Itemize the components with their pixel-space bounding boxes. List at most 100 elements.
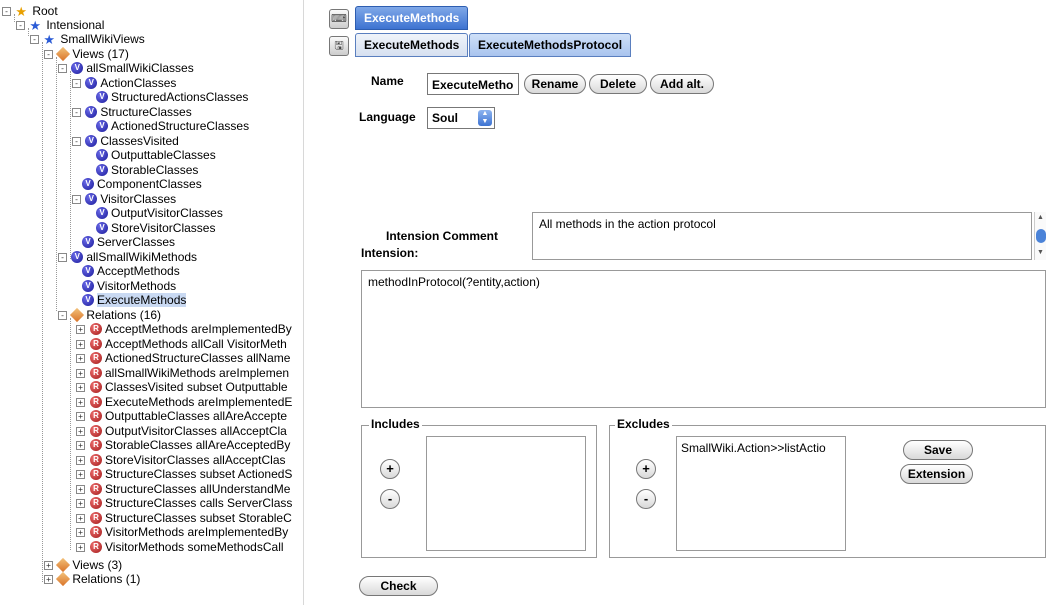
tree-node-relation[interactable]: + R VisitorMethods someMethodsCall — [70, 540, 284, 554]
delete-button[interactable]: Delete — [589, 74, 647, 94]
tree-node-structuredactionsclasses[interactable]: V StructuredActionsClasses — [96, 90, 248, 104]
expand-toggle[interactable]: + — [76, 368, 85, 378]
expand-toggle[interactable]: + — [76, 455, 85, 465]
tree-node-relation[interactable]: + R ExecuteMethods areImplementedE — [70, 395, 292, 409]
tree-node-relation[interactable]: + R OutputtableClasses allAreAccepte — [70, 409, 287, 423]
tab-executemethods[interactable]: ExecuteMethods — [355, 33, 469, 57]
rename-button[interactable]: Rename — [524, 74, 586, 94]
tree-node-componentclasses[interactable]: V ComponentClasses — [82, 177, 202, 191]
add-alt-button[interactable]: Add alt. — [650, 74, 714, 94]
expand-toggle[interactable]: + — [76, 412, 85, 421]
tree-node-root[interactable]: - ★ Root — [0, 4, 58, 18]
expand-toggle[interactable]: + — [76, 484, 85, 494]
expand-toggle[interactable]: + — [44, 575, 53, 584]
collapse-toggle[interactable]: - — [72, 195, 81, 204]
expand-toggle[interactable]: + — [76, 499, 85, 508]
tree-node-relation[interactable]: + R VisitorMethods areImplementedBy — [70, 525, 288, 539]
excludes-add-button[interactable]: + — [636, 459, 656, 479]
scroll-down-icon[interactable]: ▼ — [1037, 249, 1044, 256]
extension-button[interactable]: Extension — [900, 464, 973, 484]
tree-node-allsmallwikimethods[interactable]: - VallSmallWikiMethods — [56, 250, 197, 264]
tree-node-allsmallwikiclasses[interactable]: - VallSmallWikiClasses — [56, 61, 194, 75]
includes-add-button[interactable]: + — [380, 459, 400, 479]
tree-node-relation[interactable]: + R AcceptMethods areImplementedBy — [70, 322, 292, 336]
expand-toggle[interactable]: + — [76, 325, 85, 334]
tree-node-relation[interactable]: + R StructureClasses subset ActionedS — [70, 467, 292, 481]
collapse-toggle[interactable]: - — [2, 7, 11, 16]
tree-node-actionedstructureclasses[interactable]: V ActionedStructureClasses — [96, 119, 249, 133]
tab-executemethods-top[interactable]: ExecuteMethods — [355, 6, 469, 30]
name-field[interactable]: ExecuteMetho — [427, 73, 519, 95]
tree-node-serverclasses[interactable]: V ServerClasses — [82, 235, 175, 249]
expand-toggle[interactable]: + — [76, 542, 85, 552]
expand-toggle[interactable]: + — [76, 339, 85, 349]
expand-toggle[interactable]: + — [44, 561, 53, 570]
collapse-toggle[interactable]: - — [30, 35, 39, 44]
expand-toggle[interactable]: + — [76, 528, 85, 537]
collapse-toggle[interactable]: - — [58, 64, 67, 73]
tree-node-relation[interactable]: + R OutputVisitorClasses allAcceptCla — [70, 424, 287, 438]
view-icon: V — [96, 149, 108, 161]
tree-node-outputvisitorclasses[interactable]: V OutputVisitorClasses — [96, 206, 223, 220]
expand-toggle[interactable]: + — [76, 470, 85, 479]
save-button[interactable]: Save — [903, 440, 973, 460]
tree-node-relation[interactable]: + R StorableClasses allAreAcceptedBy — [70, 438, 290, 452]
panel-divider[interactable] — [303, 0, 316, 605]
relation-label: allSmallWikiMethods areImplemen — [105, 365, 290, 380]
tree-node-actionclasses[interactable]: - V ActionClasses — [70, 76, 176, 90]
tree-node-relation[interactable]: + R StoreVisitorClasses allAcceptClas — [70, 453, 286, 467]
tree-node-relation[interactable]: + R ActionedStructureClasses allName — [70, 351, 290, 365]
tree-node-relations16[interactable]: - Relations (16) — [56, 307, 161, 323]
intension-field[interactable]: methodInProtocol(?entity,action) — [361, 270, 1046, 408]
tree-node-intensional[interactable]: - ★ Intensional — [14, 18, 104, 32]
tree-node-relation[interactable]: + R ClassesVisited subset Outputtable — [70, 380, 288, 394]
tree-node-smallwikiviews[interactable]: - ★ SmallWikiViews — [28, 32, 145, 46]
list-item[interactable]: SmallWiki.Action>>listActio — [681, 441, 841, 455]
expand-toggle[interactable]: + — [76, 513, 85, 523]
save-disk-icon[interactable]: 🖫 — [329, 36, 349, 56]
comment-scrollbar[interactable]: ▲ ▼ — [1034, 212, 1046, 260]
tree-node-classesvisited[interactable]: - V ClassesVisited — [70, 134, 179, 148]
tree-node-relation[interactable]: + R StructureClasses allUnderstandMe — [70, 482, 290, 496]
tree-node-views17[interactable]: - Views (17) — [42, 46, 129, 62]
scroll-up-icon[interactable]: ▲ — [1037, 214, 1044, 221]
language-select[interactable]: Soul ▲ ▼ — [427, 107, 495, 129]
tree-node-executemethods[interactable]: V ExecuteMethods — [82, 293, 187, 307]
tree-node-visitorclasses[interactable]: - V VisitorClasses — [70, 192, 176, 206]
tab-executemethodsprotocol[interactable]: ExecuteMethodsProtocol — [469, 33, 632, 57]
tree-panel[interactable]: - ★ Root - ★ Intensional - ★ SmallWikiViews… — [0, 0, 305, 605]
excludes-remove-button[interactable]: - — [636, 489, 656, 509]
excludes-list[interactable]: SmallWiki.Action>>listActio — [676, 436, 846, 551]
includes-list[interactable] — [426, 436, 586, 551]
expand-toggle[interactable]: + — [76, 397, 85, 407]
tree-node-views3[interactable]: + Views (3) — [42, 557, 122, 573]
tree-node-structureclasses[interactable]: - V StructureClasses — [70, 105, 192, 119]
tree-node-relations1[interactable]: + Relations (1) — [42, 571, 140, 587]
intension-comment-field[interactable]: All methods in the action protocol — [532, 212, 1032, 260]
relation-icon: R — [90, 482, 102, 495]
collapse-toggle[interactable]: - — [72, 137, 81, 146]
expand-toggle[interactable]: + — [76, 441, 85, 450]
collapse-toggle[interactable]: - — [44, 50, 53, 59]
tree-node-storableclasses[interactable]: V StorableClasses — [96, 163, 198, 177]
collapse-toggle[interactable]: - — [58, 311, 67, 320]
collapse-toggle[interactable]: - — [16, 21, 25, 30]
tree-node-relation[interactable]: + R StructureClasses subset StorableC — [70, 511, 292, 525]
tree-node-acceptmethods[interactable]: V AcceptMethods — [82, 264, 180, 278]
tree-node-storevisitorclasses[interactable]: V StoreVisitorClasses — [96, 221, 215, 235]
tree-node-outputtableclasses[interactable]: V OutputtableClasses — [96, 148, 216, 162]
includes-remove-button[interactable]: - — [380, 489, 400, 509]
keyboard-icon[interactable]: ⌨ — [329, 9, 349, 29]
expand-toggle[interactable]: + — [76, 354, 85, 363]
expand-toggle[interactable]: + — [76, 426, 85, 436]
check-button[interactable]: Check — [359, 576, 438, 596]
tree-node-relation[interactable]: + RallSmallWikiMethods areImplemen — [70, 366, 289, 380]
collapse-toggle[interactable]: - — [58, 253, 67, 262]
tree-node-relation[interactable]: + R StructureClasses calls ServerClass — [70, 496, 292, 510]
scroll-thumb[interactable] — [1036, 229, 1046, 243]
tree-node-relation[interactable]: + R AcceptMethods allCall VisitorMeth — [70, 337, 287, 351]
collapse-toggle[interactable]: - — [72, 79, 81, 88]
tree-node-visitormethods[interactable]: V VisitorMethods — [82, 279, 176, 293]
collapse-toggle[interactable]: - — [72, 108, 81, 117]
expand-toggle[interactable]: + — [76, 383, 85, 392]
